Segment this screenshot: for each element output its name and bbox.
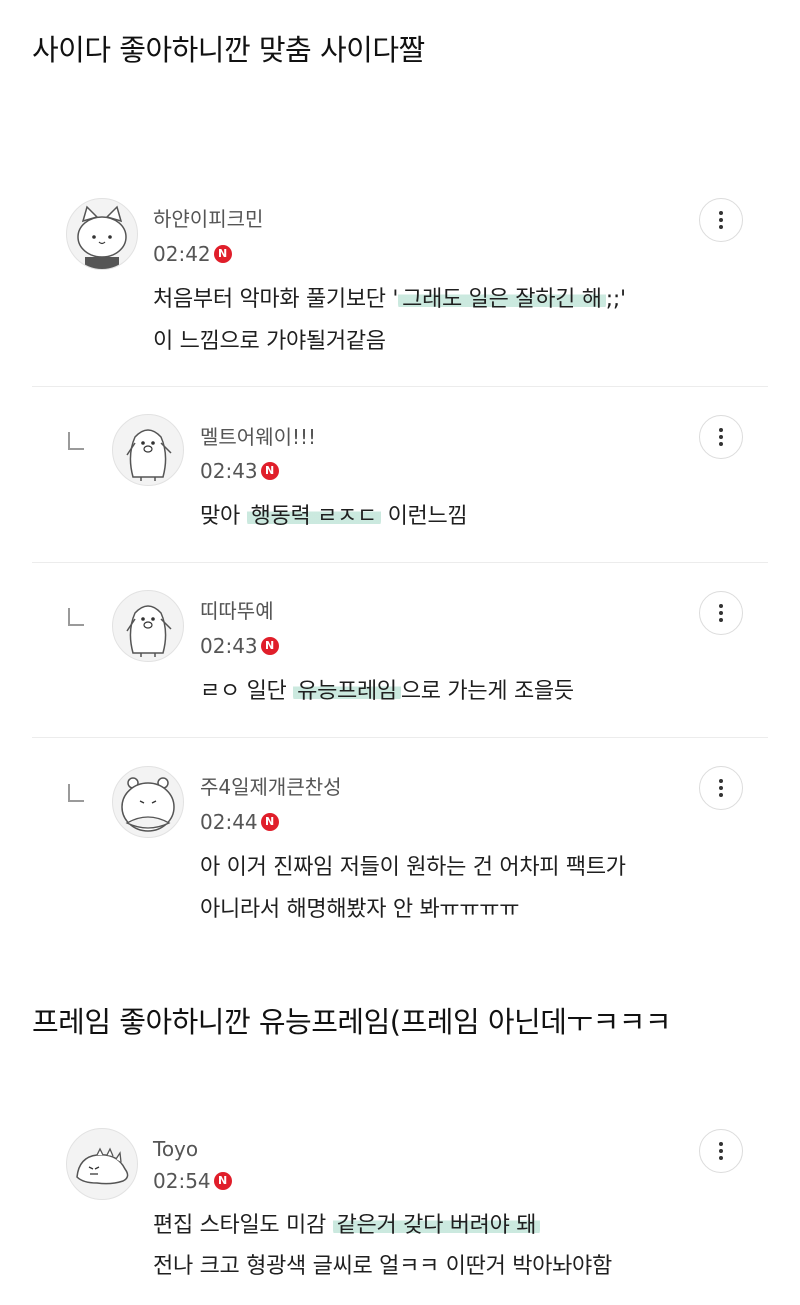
vertical-dots-icon [719,211,723,229]
reply-arrow-icon [68,784,84,802]
comment-author[interactable]: 멜트어웨이!!! [200,424,316,450]
comment-time: 02:43 [200,634,258,658]
highlighted-text: 행동력 ㄹㅈㄷ [246,504,381,529]
comment-meta: 02:43 N [200,633,279,659]
highlighted-text: 그래도 일은 잘하긴 해 [398,287,606,312]
comment-text: 으로 가는게 조을듯 [400,679,574,704]
comment-author[interactable]: 주4일제개큰찬성 [200,774,342,800]
comment-author[interactable]: Toyo [153,1136,198,1162]
comment-meta: 02:43 N [200,458,279,484]
comment-text: ㄹㅇ 일단 [200,679,294,704]
new-badge-icon: N [260,637,279,655]
new-badge-icon: N [260,462,279,480]
new-badge-icon: N [260,813,279,831]
post-caption-2: 프레임 좋아하니깐 유능프레임(프레임 아닌데ㅜㅋㅋㅋ [32,1005,672,1039]
highlighted-text: 유능프레임 [293,679,401,704]
penguin-avatar-icon[interactable] [112,414,184,486]
more-options-button[interactable] [699,766,743,810]
post-caption-1: 사이다 좋아하니깐 맞춤 사이다짤 [32,33,425,67]
highlighted-text: 같은거 갖다 버려야 돼 [332,1213,541,1238]
comment-body-line: 맞아 행동력 ㄹㅈㄷ 이런느낌 [200,497,468,537]
cat-avatar-icon[interactable] [66,198,138,270]
more-options-button[interactable] [699,415,743,459]
comment-body-line: 전나 크고 형광색 글씨로 얼ㅋㅋ 이딴거 박아놔야함 [153,1254,612,1279]
vertical-dots-icon [719,604,723,622]
comment-meta: 02:42 N [153,241,232,267]
comment-time: 02:44 [200,810,258,834]
more-options-button[interactable] [699,198,743,242]
comment-body-line: 이 느낌으로 가야될거같음 [153,329,386,354]
more-options-button[interactable] [699,591,743,635]
comment-time: 02:54 [153,1169,211,1193]
comment-author[interactable]: 띠따뚜예 [200,598,274,624]
comment-time: 02:42 [153,242,211,266]
new-badge-icon: N [213,245,232,263]
reply-arrow-icon [68,432,84,450]
vertical-dots-icon [719,428,723,446]
comment-text: 맞아 [200,504,247,529]
divider [32,386,768,387]
reply-arrow-icon [68,608,84,626]
comment-body-line: ㄹㅇ 일단 유능프레임 으로 가는게 조을듯 [200,672,574,712]
comment-text: 처음부터 악마화 풀기보단 ' [153,287,399,312]
more-options-button[interactable] [699,1129,743,1173]
comment-text: 편집 스타일도 미감 [153,1213,333,1238]
vertical-dots-icon [719,779,723,797]
dinosaur-avatar-icon[interactable] [66,1128,138,1200]
vertical-dots-icon [719,1142,723,1160]
new-badge-icon: N [213,1172,232,1190]
divider [32,562,768,563]
comment-meta: 02:44 N [200,809,279,835]
comment-meta: 02:54 N [153,1168,232,1194]
hamster-avatar-icon[interactable] [112,766,184,838]
comment-body-line: 편집 스타일도 미감 같은거 갖다 버려야 돼 [153,1206,541,1246]
comment-author[interactable]: 하얀이피크민 [153,206,263,232]
comment-body-line: 아니라서 해명해봤자 안 봐ㅠㅠㅠㅠ [200,897,520,922]
comment-text: 이런느낌 [380,504,468,529]
divider [32,737,768,738]
comment-body-line: 아 이거 진짜임 저들이 원하는 건 어차피 팩트가 [200,855,626,880]
comment-text: ;;' [605,287,626,312]
penguin-avatar-icon[interactable] [112,590,184,662]
comment-body-line: 처음부터 악마화 풀기보단 ' 그래도 일은 잘하긴 해 ;;' [153,280,626,320]
comment-time: 02:43 [200,459,258,483]
